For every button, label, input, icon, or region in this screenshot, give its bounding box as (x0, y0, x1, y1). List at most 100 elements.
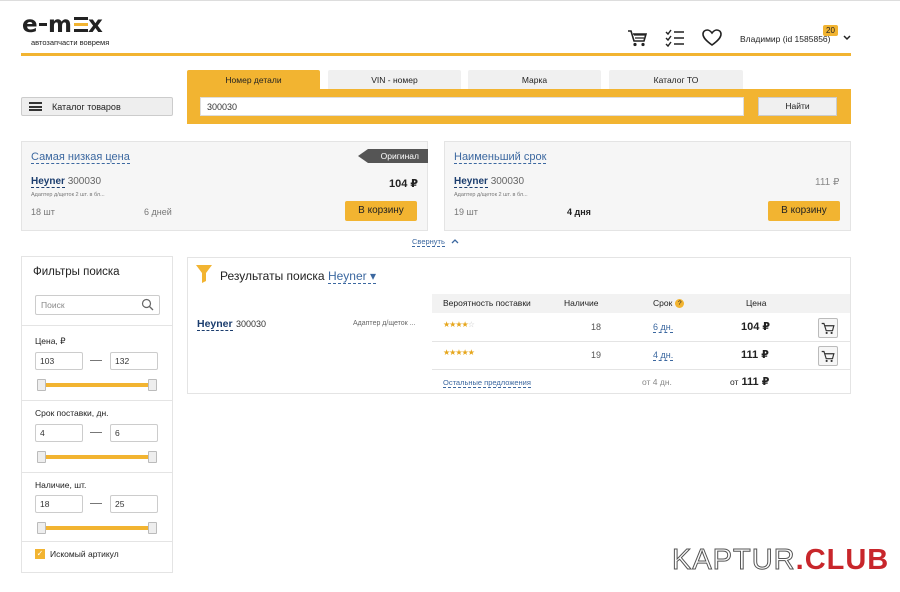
svg-text:m: m (48, 12, 73, 36)
results-title-text: Результаты поиска (220, 269, 325, 283)
heart-icon[interactable] (701, 28, 723, 48)
offer-term-link[interactable]: 6 дн. (653, 322, 674, 333)
collapse-link[interactable]: Свернуть (412, 237, 445, 247)
term-filter-label: Срок поставки, дн. (35, 408, 109, 418)
stock-min-input[interactable]: 18 (35, 495, 83, 513)
notification-badge: 20 (823, 25, 838, 36)
price-slider-min-handle[interactable] (37, 379, 46, 391)
offer-term: 4 дня (567, 207, 591, 217)
offer-term-link[interactable]: 4 дн. (653, 350, 674, 361)
result-brand-link[interactable]: Heyner (197, 318, 233, 331)
result-description: Адаптер д/щеток ... (353, 320, 416, 327)
range-dash (90, 432, 102, 433)
col-term[interactable]: Срок? (653, 298, 685, 308)
offer-article: 300030 (67, 176, 102, 187)
col-term-label: Срок (653, 298, 673, 308)
lowest-price-title[interactable]: Самая низкая цена (31, 151, 130, 164)
offer-brand-link[interactable]: Heyner (31, 176, 65, 188)
cart-icon[interactable] (818, 318, 838, 338)
range-dash (90, 503, 102, 504)
price-min-input[interactable]: 103 (35, 352, 83, 370)
watermark-part2: .CLUB (795, 544, 890, 576)
row-divider (432, 341, 850, 342)
other-price-prefix: от (730, 377, 739, 387)
offer-price: 104 ₽ (389, 178, 419, 190)
term-slider-max-handle[interactable] (148, 451, 157, 463)
term-min-input[interactable]: 4 (35, 424, 83, 442)
browser-top-edge (0, 0, 900, 4)
user-name[interactable]: Владимир (id 1585856) (740, 34, 830, 44)
tab-maintenance-catalog[interactable]: Каталог ТО (609, 70, 743, 90)
results-header-spacer (188, 294, 432, 313)
stock-filter-label: Наличие, шт. (35, 480, 87, 490)
checklist-icon[interactable] (664, 28, 686, 48)
col-probability[interactable]: Вероятность поставки (443, 298, 531, 308)
result-article: 300030 (236, 319, 267, 329)
tab-part-number[interactable]: Номер детали (187, 70, 320, 90)
price-slider-track[interactable] (38, 383, 156, 387)
col-stock[interactable]: Наличие (564, 298, 598, 308)
offer-description: Адаптер д/щеток 2 шт. в бл... (31, 192, 105, 198)
offer-stock: 18 (590, 322, 601, 332)
original-only-label: Искомый артикул (50, 549, 119, 559)
tab-vin[interactable]: VIN - номер (328, 70, 461, 90)
offer-article: 300030 (490, 176, 525, 187)
other-offers-link[interactable]: Остальные предложения (443, 378, 531, 388)
term-max-input[interactable]: 6 (110, 424, 158, 442)
offer-part-line: Heyner 300030 (31, 176, 102, 188)
range-dash (90, 360, 102, 361)
offer-qty: 19 шт (454, 207, 478, 217)
help-icon[interactable]: ? (675, 299, 685, 308)
add-to-cart-button[interactable]: В корзину (345, 201, 417, 221)
original-only-checkbox[interactable]: ✓ (35, 549, 45, 559)
filter-divider (22, 325, 172, 326)
emex-logo-icon: e m x (22, 12, 104, 38)
term-slider-track[interactable] (38, 455, 156, 459)
catalog-button[interactable]: Каталог товаров (21, 97, 173, 116)
svg-text:e: e (22, 12, 39, 36)
term-slider-min-handle[interactable] (37, 451, 46, 463)
filter-divider (22, 541, 172, 542)
watermark: KAPTUR.CLUB (672, 544, 889, 577)
offer-brand-link[interactable]: Heyner (454, 176, 488, 188)
stock-slider-max-handle[interactable] (148, 522, 157, 534)
cart-icon[interactable] (627, 28, 649, 48)
tab-brand[interactable]: Марка (468, 70, 601, 90)
col-price[interactable]: Цена (746, 298, 766, 308)
search-button[interactable]: Найти (758, 97, 837, 116)
original-badge: Оригинал (358, 149, 428, 163)
results-brand-label: Heyner (327, 269, 367, 283)
chevron-down-icon[interactable] (843, 35, 851, 41)
funnel-icon (196, 265, 212, 283)
results-brand-dropdown[interactable]: Heyner ▾ (327, 269, 376, 284)
menu-icon (29, 102, 42, 111)
other-offers-term: от 4 дн. (642, 377, 672, 387)
svg-text:x: x (88, 12, 104, 36)
row-divider (432, 369, 850, 370)
watermark-part1: KAPTUR (672, 544, 796, 577)
chevron-up-icon[interactable] (451, 238, 459, 244)
filters-title: Фильтры поиска (33, 266, 120, 278)
fastest-delivery-title[interactable]: Наименьший срок (454, 151, 547, 164)
add-to-cart-button[interactable]: В корзину (768, 201, 840, 221)
offer-price: 104 ₽ (741, 321, 771, 333)
results-title: Результаты поиска Heyner ▾ (220, 269, 376, 284)
offer-qty: 18 шт (31, 207, 55, 217)
stock-slider-track[interactable] (38, 526, 156, 530)
offer-price: 111 ₽ (815, 177, 840, 188)
rating-stars-icon: ★★★★★ (443, 348, 475, 357)
header-divider (21, 53, 851, 56)
search-icon[interactable] (141, 298, 154, 311)
search-input[interactable] (200, 97, 744, 116)
price-max-input[interactable]: 132 (110, 352, 158, 370)
logo-slogan: автозапчасти вовремя (31, 38, 110, 47)
stock-slider-min-handle[interactable] (37, 522, 46, 534)
price-slider-max-handle[interactable] (148, 379, 157, 391)
other-offers-price: от 111 ₽ (730, 375, 769, 388)
cart-icon[interactable] (818, 346, 838, 366)
filter-divider (22, 400, 172, 401)
offer-description: Адаптер д/щеток 2 шт. в бл... (454, 192, 528, 198)
price-filter-label: Цена, ₽ (35, 336, 66, 346)
offer-price: 111 ₽ (741, 349, 769, 361)
stock-max-input[interactable]: 25 (110, 495, 158, 513)
